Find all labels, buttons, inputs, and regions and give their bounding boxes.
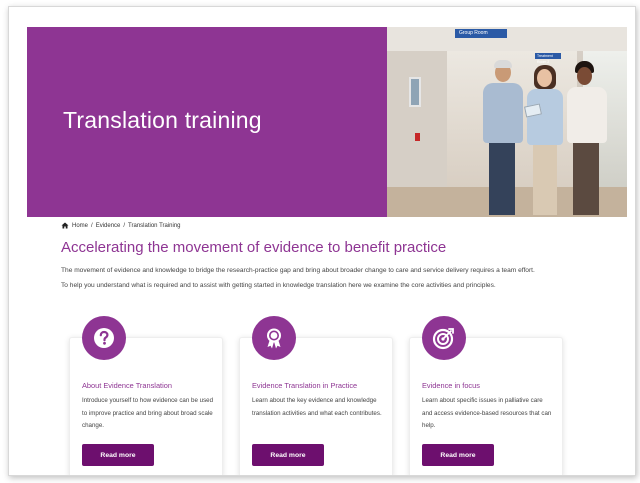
card-title[interactable]: Evidence in focus [422,381,480,390]
award-ribbon-icon [252,316,296,360]
card-evidence-in-focus: Evidence in focus Learn about specific i… [409,316,563,475]
photo-person-colleague-head [577,67,592,85]
breadcrumb-evidence[interactable]: Evidence [96,223,121,229]
intro-line-2: To help you understand what is required … [61,282,496,289]
card-description: Learn about specific issues in palliativ… [422,397,552,429]
photo-ceiling [387,27,627,51]
photo-person-doctor [483,83,523,143]
card-title[interactable]: About Evidence Translation [82,381,172,390]
photo-person-doctor-legs [489,143,515,215]
card-title[interactable]: Evidence Translation in Practice [252,381,357,390]
photo-wall-picture [409,77,421,107]
section-heading: Accelerating the movement of evidence to… [61,239,447,256]
home-icon[interactable] [61,222,69,229]
hero-title-panel: Translation training [27,27,387,217]
breadcrumb-separator: / [123,222,126,229]
read-more-button[interactable]: Read more [252,444,324,466]
photo-person-colleague [567,87,607,143]
breadcrumb: Home / Evidence / Translation Training [61,222,181,229]
photo-room-sign: Group Room [455,29,507,38]
intro-line-1: The movement of evidence and knowledge t… [61,267,535,274]
photo-room-sign-small: Treatment Room 2 [535,53,561,64]
photo-person-nurse [527,89,563,145]
hero-banner: Translation training Group Room Treatmen… [27,27,627,217]
page-title: Translation training [63,107,262,133]
target-focus-icon [422,316,466,360]
page-frame: Translation training Group Room Treatmen… [8,6,636,476]
photo-person-colleague-legs [573,143,599,215]
card-about-evidence-translation: About Evidence Translation Introduce you… [69,316,223,475]
card-evidence-translation-in-practice: Evidence Translation in Practice Learn a… [239,316,393,475]
card-description: Introduce yourself to how evidence can b… [82,397,214,429]
read-more-button[interactable]: Read more [422,444,494,466]
read-more-button[interactable]: Read more [82,444,154,466]
breadcrumb-current: Translation Training [128,222,181,229]
photo-person-nurse-head [537,69,552,87]
intro-text: The movement of evidence and knowledge t… [61,263,621,293]
breadcrumb-home[interactable]: Home [72,223,88,229]
photo-person-nurse-legs [533,145,557,215]
photo-fire-alarm [415,133,420,141]
card-description: Learn about the key evidence and knowled… [252,397,382,417]
hero-photo: Group Room Treatment Room 2 [387,27,627,217]
breadcrumb-separator: / [91,222,93,229]
question-icon [82,316,126,360]
photo-person-doctor-hair [494,60,512,68]
